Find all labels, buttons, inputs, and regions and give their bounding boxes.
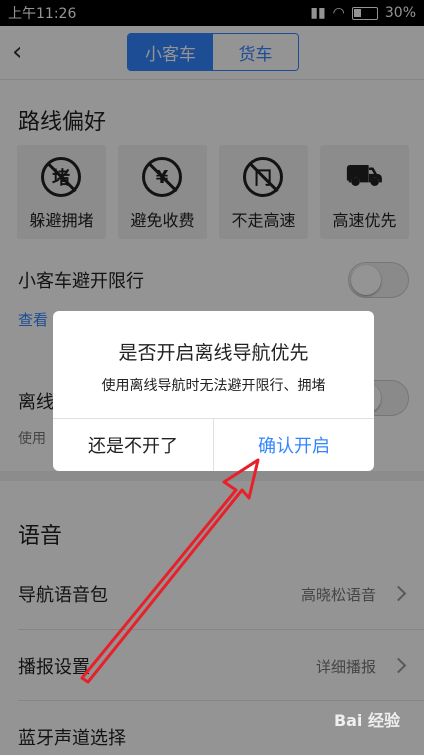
confirm-button[interactable]: 确认开启 [214,419,374,471]
dialog-message: 使用离线导航时无法避开限行、拥堵 [101,378,326,394]
dialog-buttons: 还是不开了 确认开启 [53,418,374,471]
watermark: Bai 经验 [333,711,400,730]
cancel-button[interactable]: 还是不开了 [53,419,214,471]
dialog-title: 是否开启离线导航优先 [118,342,309,364]
offline-nav-dialog: 是否开启离线导航优先 使用离线导航时无法避开限行、拥堵 还是不开了 确认开启 [53,311,374,471]
